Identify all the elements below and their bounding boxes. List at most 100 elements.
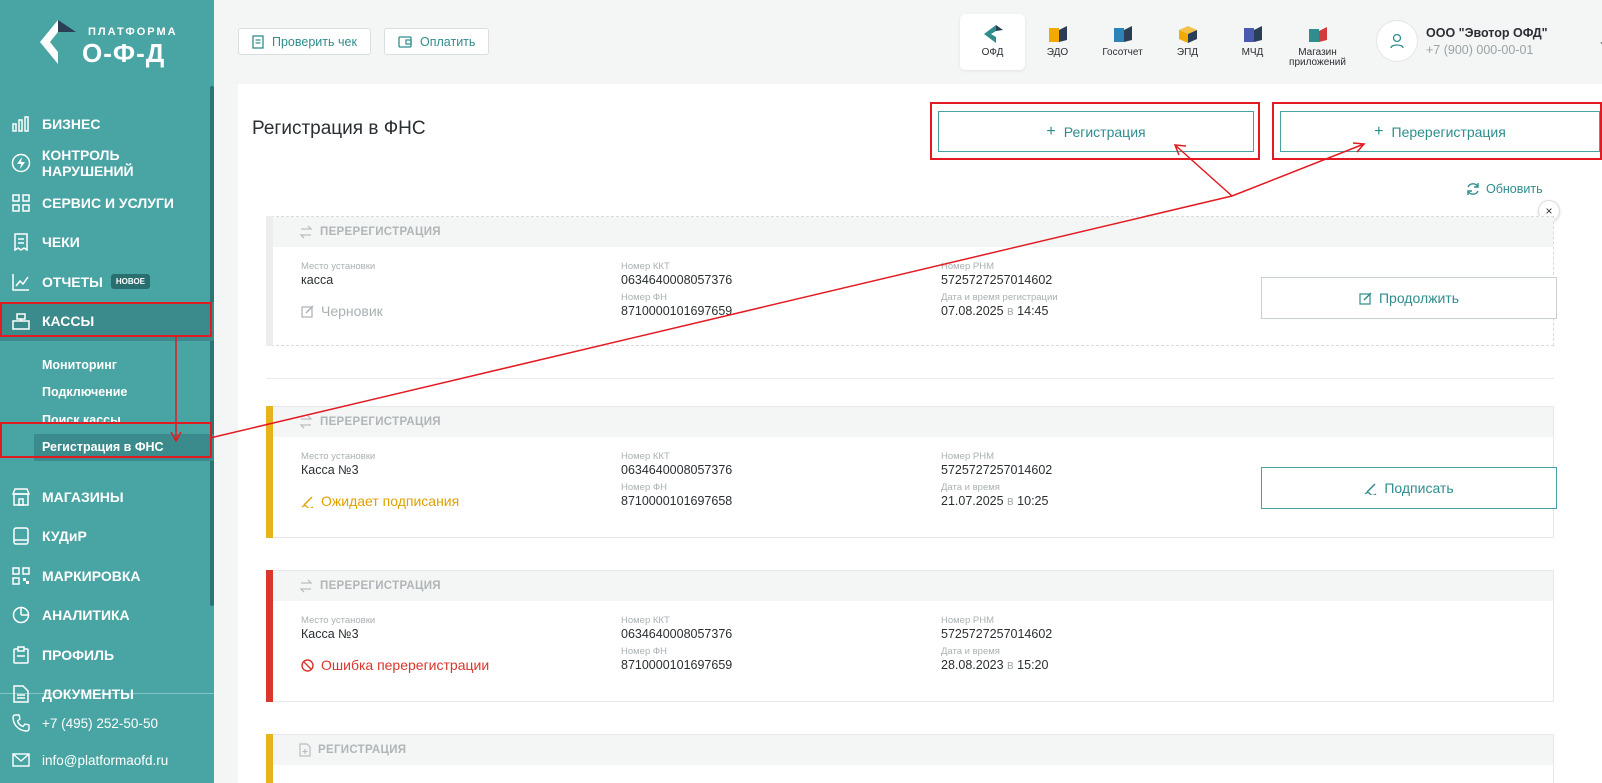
sidebar-item-label: КОНТРОЛЬ НАРУШЕНИЙ [41,147,134,180]
fn-field: Номер ФН 8710000101697659 [621,646,732,672]
app-mchd[interactable]: МЧД [1220,14,1285,70]
app-label: ЭДО [1046,47,1069,58]
sidebar-item-cash-registers[interactable]: КАССЫ [0,301,214,341]
topbar: Проверить чек Оплатить ОФД ЭДО Госотчет … [214,0,1602,84]
store-icon [10,486,32,508]
sidebar-item-analytics[interactable]: АНАЛИТИКА [0,596,214,636]
receipt-icon [252,34,264,49]
continue-button[interactable]: Продолжить [1261,277,1557,319]
place-field: Место установки Касса №3 [301,451,375,477]
subitem-connection[interactable]: Подключение [0,379,214,407]
reregister-button[interactable]: + Перерегистрация [1280,111,1600,152]
logo-mark-icon [40,20,76,64]
kkt-field: Номер ККТ 0634640008057376 [621,261,732,287]
subitem-fns-registration[interactable]: Регистрация в ФНС [34,433,214,461]
prohibited-icon [301,658,314,672]
brand-top: ПЛАТФОРМА [88,26,178,38]
date-label: Дата и время [941,646,1000,657]
edo-app-icon [1048,26,1067,42]
app-edo[interactable]: ЭДО [1025,14,1090,70]
gosotchet-app-icon [1113,26,1132,42]
main-content: Регистрация в ФНС + Регистрация + Перере… [238,84,1602,783]
date-in: в [1007,494,1014,508]
sidebar-item-label: КАССЫ [42,313,95,330]
user-phone: +7 (900) 000-00-01 [1426,42,1534,57]
book-icon [10,525,32,547]
subitem-search-register[interactable]: Поиск кассы [0,406,214,434]
rnm-label: Номер РНМ [941,615,994,626]
place-field: Место установки касса [301,261,375,287]
app-gosotchet[interactable]: Госотчет [1090,14,1155,70]
reregister-label: Перерегистрация [1391,123,1506,140]
date-label: Дата и время [941,482,1000,493]
fn-label: Номер ФН [621,292,667,303]
sidebar-item-kudir[interactable]: КУДиР [0,517,214,557]
sidebar-item-documents[interactable]: ДОКУМЕНТЫ [0,675,214,715]
contact-email[interactable]: info@platformaofd.ru [0,749,214,771]
chevron-down-icon[interactable]: ⌄ [1598,34,1602,48]
refresh-button[interactable]: Обновить [1466,182,1543,196]
rnm-field: Номер РНМ 5725727257014602 [941,261,1052,287]
sidebar-item-label: СЕРВИС И УСЛУГИ [42,194,174,211]
sidebar: ПЛАТФОРМА О-Ф-Д БИЗНЕС КОНТРОЛЬ НАРУШЕНИ… [0,0,214,783]
sidebar-item-receipts[interactable]: ЧЕКИ [0,223,214,263]
fn-field: Номер ФН 8710000101697659 [621,292,732,318]
kkt-value: 0634640008057376 [621,627,733,641]
app-store-icon [1308,27,1327,42]
date-in: в [1007,658,1014,672]
card-type: ПЕРЕРЕГИСТРАЦИЯ [320,226,441,238]
app-epd[interactable]: ЭПД [1155,14,1220,70]
brand-logo[interactable]: ПЛАТФОРМА О-Ф-Д [36,18,186,68]
sidebar-item-profile[interactable]: ПРОФИЛЬ [0,635,214,675]
bar-chart-icon [10,113,32,135]
swap-icon [299,415,313,429]
mchd-app-icon [1243,26,1262,42]
lightning-icon [10,152,32,174]
user-menu[interactable]: ООО "Эвотор ОФД" +7 (900) 000-00-01 [1376,20,1548,62]
place-label: Место установки [301,261,376,272]
place-label: Место установки [301,451,376,462]
sidebar-item-marking[interactable]: МАРКИРОВКА [0,556,214,596]
kkt-label: Номер ККТ [621,261,670,272]
rnm-label: Номер РНМ [941,451,994,462]
subitem-monitoring[interactable]: Мониторинг [0,351,214,379]
date-in: в [1007,304,1014,318]
date-label: Дата и время регистрации [941,292,1058,303]
place-field: Место установки Касса №3 [301,615,375,641]
app-label: МЧД [1241,47,1264,58]
check-receipt-button[interactable]: Проверить чек [238,28,371,55]
sidebar-item-label: ОТЧЕТЫ [42,273,103,290]
status-error: Ошибка перерегистрации [301,657,489,673]
sidebar-item-business[interactable]: БИЗНЕС [0,104,214,144]
time-value: 10:25 [1017,494,1049,508]
sidebar-item-services[interactable]: СЕРВИС И УСЛУГИ [0,183,214,223]
app-store[interactable]: Магазин приложений [1285,14,1350,70]
user-avatar [1376,20,1418,62]
status-text: Ошибка перерегистрации [321,657,490,673]
sidebar-item-violations[interactable]: КОНТРОЛЬ НАРУШЕНИЙ [0,144,214,184]
kkt-field: Номер ККТ 0634640008057376 [621,615,732,641]
report-chart-icon [10,271,32,293]
contact-phone[interactable]: +7 (495) 252-50-50 [0,712,214,734]
cash-register-icon [10,310,32,332]
mail-icon [10,753,32,767]
app-ofd[interactable]: ОФД [960,14,1025,70]
date-field: Дата и время регистрации 07.08.2025 в 14:… [941,292,1058,318]
pay-button[interactable]: Оплатить [384,28,490,55]
refresh-icon [1466,182,1480,196]
sidebar-item-reports[interactable]: ОТЧЕТЫ НОВОЕ [0,262,214,302]
receipt-icon [10,231,32,253]
rnm-field: Номер РНМ 5725727257014602 [941,451,1052,477]
place-value: касса [301,273,334,287]
sidebar-item-stores[interactable]: МАГАЗИНЫ [0,477,214,517]
time-value: 14:45 [1017,304,1049,318]
document-plus-icon [299,743,311,757]
register-button[interactable]: + Регистрация [938,111,1254,152]
sign-button[interactable]: Подписать [1261,467,1557,509]
fn-value: 8710000101697659 [621,658,733,672]
document-icon [10,683,32,705]
clipboard-icon [10,644,32,666]
card-accent [266,406,273,538]
sidebar-nav: БИЗНЕС КОНТРОЛЬ НАРУШЕНИЙ СЕРВИС И УСЛУГ… [0,104,214,714]
new-badge: НОВОЕ [110,274,151,290]
